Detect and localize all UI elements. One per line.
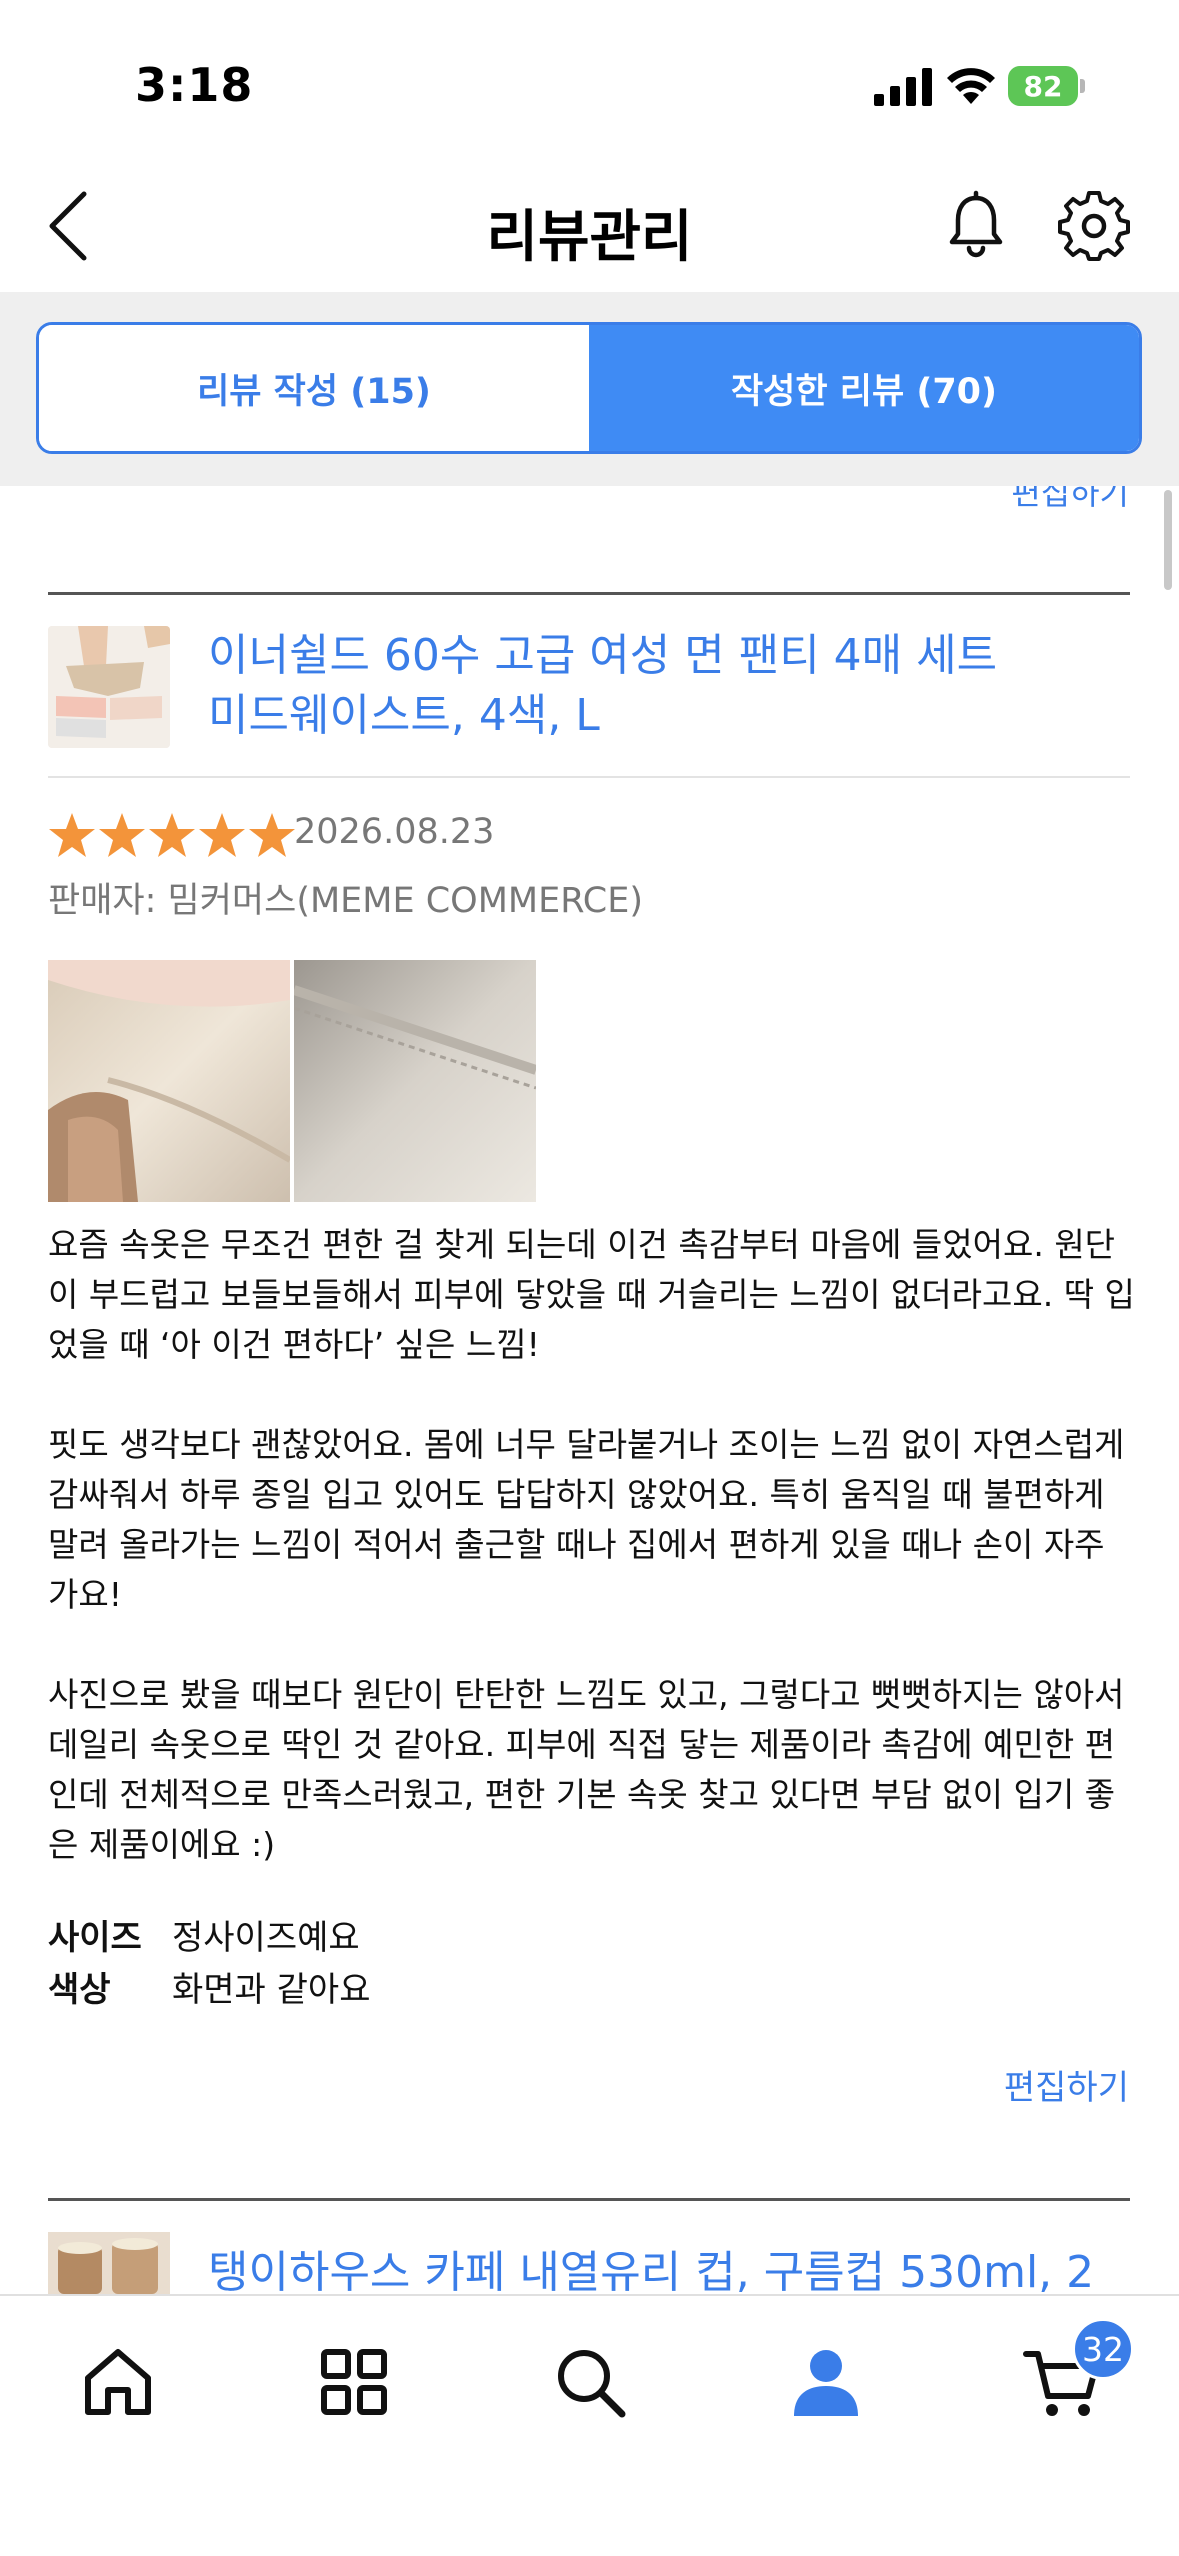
battery-level: 82: [1008, 66, 1078, 106]
attribute-label: 색상: [48, 1970, 111, 2010]
product-title[interactable]: 이너쉴드 60수 고급 여성 면 팬티 4매 세트 미드웨이스트, 4색, L: [208, 626, 1108, 746]
star-rating: [48, 812, 296, 858]
user-icon[interactable]: [786, 2342, 866, 2422]
grid-icon[interactable]: [314, 2342, 394, 2422]
review-body: 요즘 속옷은 무조건 편한 걸 찾게 되는데 이건 촉감부터 마음에 들었어요.…: [48, 1225, 1135, 1864]
star-icon: [149, 813, 195, 857]
review-tabs-container: 리뷰 작성 (15) 작성한 리뷰 (70): [0, 292, 1179, 486]
tab-written-reviews[interactable]: 작성한 리뷰 (70): [589, 325, 1139, 451]
product-thumbnail[interactable]: [48, 626, 170, 748]
attribute-value: 정사이즈예요: [172, 1918, 360, 1958]
scroll-indicator: [1164, 490, 1172, 590]
star-icon: [49, 813, 95, 857]
tab-write-review[interactable]: 리뷰 작성 (15): [39, 325, 589, 451]
review-attribute-color: 색상 화면과 같아요: [48, 1962, 371, 2011]
status-bar: 3:18 82: [0, 0, 1179, 160]
status-time: 3:18: [135, 58, 254, 112]
gear-icon[interactable]: [1058, 190, 1130, 262]
review-date: 2026.08.23: [294, 812, 495, 852]
review-photo[interactable]: [294, 960, 536, 1202]
edit-review-link[interactable]: 편집하기: [1004, 2060, 1129, 2109]
search-icon[interactable]: [550, 2342, 630, 2422]
cellular-signal-icon: [874, 68, 932, 106]
review-photo[interactable]: [48, 960, 290, 1202]
nav-bar: 리뷰관리: [0, 160, 1179, 292]
star-icon: [199, 813, 245, 857]
card-divider: [48, 592, 1130, 595]
seller-name: 판매자: 밈커머스(MEME COMMERCE): [48, 881, 644, 921]
star-icon: [249, 813, 295, 857]
review-tabs: 리뷰 작성 (15) 작성한 리뷰 (70): [36, 322, 1142, 454]
bell-icon[interactable]: [940, 190, 1012, 262]
card-divider: [48, 2198, 1130, 2201]
product-title[interactable]: 탱이하우스 카페 내열유리 컵, 구름컵 530ml, 2: [208, 2236, 1168, 2294]
home-icon[interactable]: [78, 2342, 158, 2422]
bottom-tab-bar: [0, 2294, 1179, 2556]
product-thumbnail[interactable]: [48, 2232, 170, 2294]
attribute-value: 화면과 같아요: [172, 1970, 371, 2010]
review-attribute-size: 사이즈 정사이즈예요: [48, 1910, 360, 1959]
product-divider: [48, 776, 1130, 778]
cart-count-badge: 32: [1072, 2318, 1134, 2380]
battery-icon: 82: [1008, 66, 1086, 106]
star-icon: [99, 813, 145, 857]
wifi-icon: [947, 68, 995, 104]
attribute-label: 사이즈: [48, 1918, 142, 1958]
